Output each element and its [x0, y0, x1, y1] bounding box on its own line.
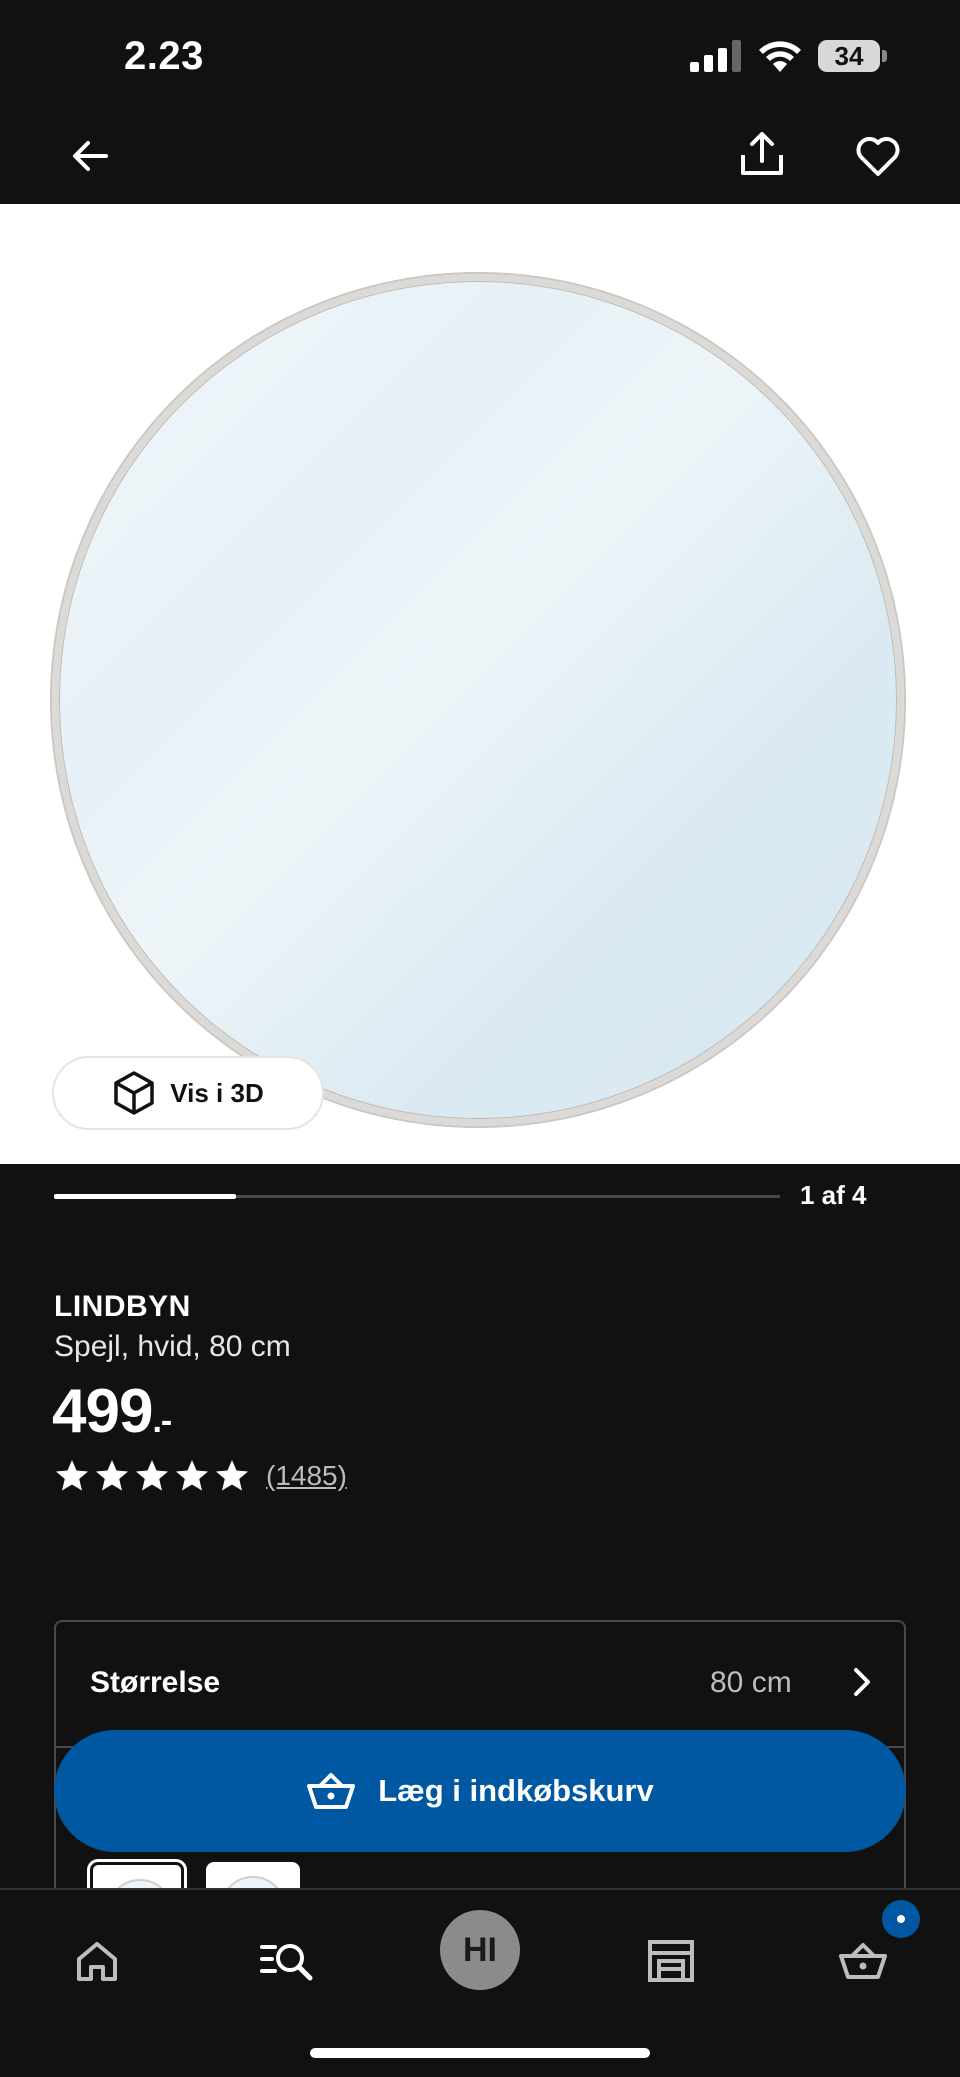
tab-home[interactable]	[62, 1926, 132, 1996]
price-value: 499	[52, 1377, 153, 1446]
star-icon	[56, 1460, 88, 1491]
basket-badge-dot	[897, 1915, 905, 1923]
tab-search[interactable]	[252, 1926, 322, 1996]
gallery-progress-track	[54, 1194, 780, 1199]
size-label: Størrelse	[90, 1666, 221, 1699]
home-icon	[77, 1942, 117, 1981]
product-rating[interactable]: (1485)	[54, 1458, 347, 1494]
chevron-right-icon	[854, 1668, 870, 1696]
wifi-icon	[759, 41, 801, 72]
share-upload-icon	[741, 132, 783, 175]
search-list-icon	[260, 1944, 313, 1981]
add-to-basket-label: Læg i indkøbskurv	[378, 1773, 654, 1808]
view-3d-button[interactable]: Vis i 3D	[52, 1056, 324, 1130]
basket-icon	[839, 1943, 887, 1979]
size-value: 80 cm	[710, 1666, 792, 1699]
add-to-basket-button[interactable]: Læg i indkøbskurv	[54, 1730, 906, 1852]
basket-icon	[307, 1773, 356, 1809]
share-button[interactable]	[730, 122, 794, 186]
product-price: 499.-	[52, 1376, 172, 1447]
basket-count-badge	[882, 1900, 920, 1938]
view-3d-label: Vis i 3D	[170, 1077, 264, 1108]
back-button[interactable]	[58, 124, 122, 188]
product-image-mirror	[52, 274, 904, 1126]
rating-count-link[interactable]: (1485)	[266, 1460, 347, 1492]
product-image-gallery[interactable]: Vis i 3D	[0, 204, 960, 1164]
star-icon	[176, 1460, 208, 1491]
tab-basket[interactable]	[828, 1926, 898, 1996]
battery-indicator: 34	[818, 40, 888, 72]
heart-icon	[856, 137, 900, 176]
cellular-signal-icon	[690, 40, 741, 72]
rating-stars	[54, 1458, 250, 1494]
store-icon	[648, 1940, 694, 1982]
top-nav	[0, 110, 960, 204]
status-bar: 2.23 34	[0, 0, 960, 110]
product-description: Spejl, hvid, 80 cm	[54, 1330, 291, 1363]
product-brand: LINDBYN	[54, 1290, 191, 1323]
gallery-progress-fill	[54, 1194, 236, 1199]
battery-tip	[882, 50, 887, 62]
tab-stores[interactable]	[636, 1926, 706, 1996]
price-suffix: .-	[152, 1402, 172, 1440]
star-icon	[96, 1460, 128, 1491]
arrow-left-icon	[73, 141, 108, 171]
tab-profile-avatar[interactable]: HI	[440, 1910, 520, 1990]
home-indicator	[310, 2048, 650, 2058]
status-time: 2.23	[124, 34, 204, 78]
battery-level: 34	[818, 40, 880, 72]
gallery-page-indicator: 1 af 4	[800, 1180, 867, 1210]
favorite-button[interactable]	[846, 124, 910, 188]
star-icon	[136, 1460, 168, 1491]
star-icon	[216, 1460, 248, 1491]
cube-3d-icon	[114, 1071, 155, 1115]
